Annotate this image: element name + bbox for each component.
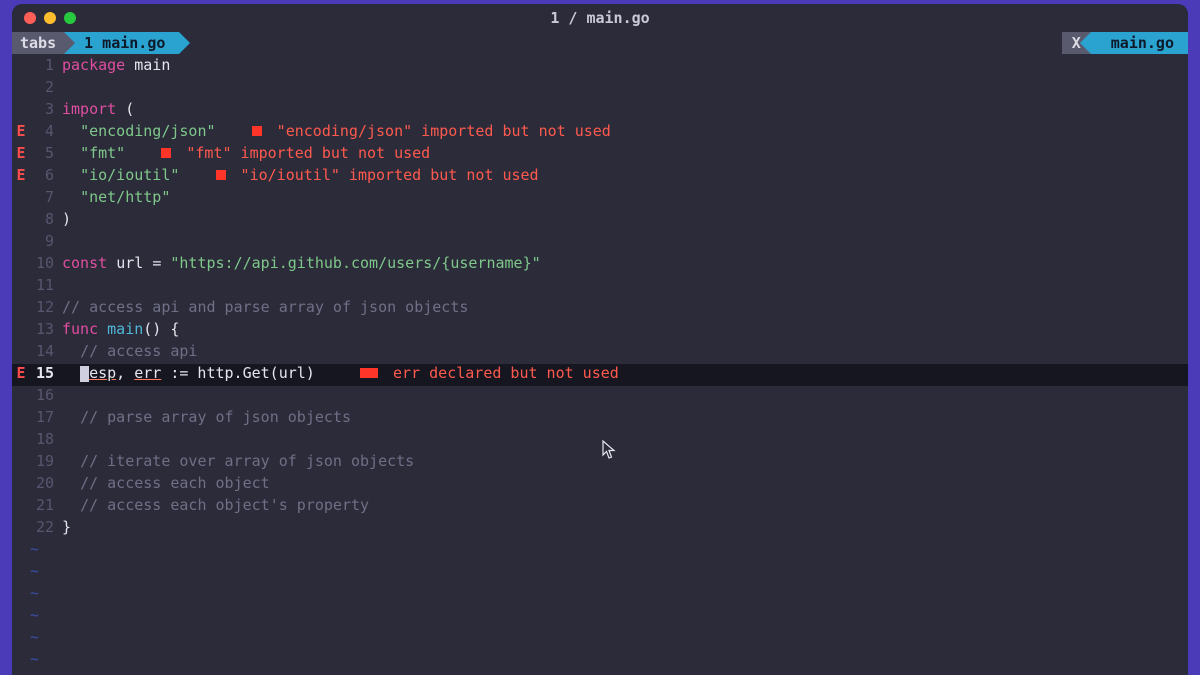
traffic-lights bbox=[24, 12, 76, 24]
line-number: 10 bbox=[30, 254, 62, 272]
line-number: 11 bbox=[30, 276, 62, 294]
code-line[interactable]: 14 // access api bbox=[12, 342, 1188, 364]
error-sign: E bbox=[12, 364, 30, 382]
diagnostic-marker-icon bbox=[360, 368, 378, 378]
line-number: 4 bbox=[30, 122, 62, 140]
code-line[interactable]: 3import ( bbox=[12, 100, 1188, 122]
close-window-icon[interactable] bbox=[24, 12, 36, 24]
line-number: 16 bbox=[30, 386, 62, 404]
line-number: 13 bbox=[30, 320, 62, 338]
code-line[interactable]: 7 "net/http" bbox=[12, 188, 1188, 210]
tab-file-label[interactable]: main.go bbox=[1091, 32, 1188, 54]
code-content: "net/http" bbox=[62, 188, 170, 206]
code-content: // access api bbox=[62, 342, 197, 360]
code-line[interactable]: 16 bbox=[12, 386, 1188, 408]
code-line[interactable]: 19 // iterate over array of json objects bbox=[12, 452, 1188, 474]
error-sign: E bbox=[12, 122, 30, 140]
tab-main-go[interactable]: 1 main.go bbox=[64, 32, 179, 54]
code-line[interactable]: 13func main() { bbox=[12, 320, 1188, 342]
error-sign: E bbox=[12, 166, 30, 184]
code-line[interactable]: E6 "io/ioutil" "io/ioutil" imported but … bbox=[12, 166, 1188, 188]
code-content: // access each object bbox=[62, 474, 270, 492]
code-content: "encoding/json" bbox=[62, 122, 216, 140]
code-content: "fmt" bbox=[62, 144, 125, 162]
code-content: } bbox=[62, 518, 71, 536]
line-number: 18 bbox=[30, 430, 62, 448]
line-number: 3 bbox=[30, 100, 62, 118]
code-line[interactable]: 12// access api and parse array of json … bbox=[12, 298, 1188, 320]
code-line[interactable]: E5 "fmt" "fmt" imported but not used bbox=[12, 144, 1188, 166]
code-line[interactable]: 10const url = "https://api.github.com/us… bbox=[12, 254, 1188, 276]
line-number: 5 bbox=[30, 144, 62, 162]
code-content: func main() { bbox=[62, 320, 179, 338]
line-number: 14 bbox=[30, 342, 62, 360]
diagnostic-message: err declared but not used bbox=[384, 364, 619, 382]
code-line[interactable]: 9 bbox=[12, 232, 1188, 254]
line-number: 7 bbox=[30, 188, 62, 206]
code-content: ) bbox=[62, 210, 71, 228]
code-line[interactable]: 17 // parse array of json objects bbox=[12, 408, 1188, 430]
line-number: 6 bbox=[30, 166, 62, 184]
line-number: 15 bbox=[30, 364, 62, 382]
code-line[interactable]: 11 bbox=[12, 276, 1188, 298]
empty-line-tilde: ~ bbox=[12, 540, 1188, 562]
code-content: "io/ioutil" bbox=[62, 166, 179, 184]
code-content: import ( bbox=[62, 100, 134, 118]
diagnostic-marker-icon bbox=[216, 170, 226, 180]
minimize-window-icon[interactable] bbox=[44, 12, 56, 24]
text-cursor bbox=[80, 366, 89, 382]
line-number: 1 bbox=[30, 56, 62, 74]
code-content: // iterate over array of json objects bbox=[62, 452, 414, 470]
titlebar: 1 / main.go bbox=[12, 4, 1188, 32]
diagnostic-message: "encoding/json" imported but not used bbox=[268, 122, 611, 140]
code-content: esp, err := http.Get(url) bbox=[62, 364, 315, 382]
diagnostic-marker-icon bbox=[161, 148, 171, 158]
line-number: 19 bbox=[30, 452, 62, 470]
line-number: 21 bbox=[30, 496, 62, 514]
code-line[interactable]: 8) bbox=[12, 210, 1188, 232]
line-number: 17 bbox=[30, 408, 62, 426]
line-number: 20 bbox=[30, 474, 62, 492]
editor-window: 1 / main.go tabs 1 main.go X main.go 1pa… bbox=[12, 4, 1188, 675]
maximize-window-icon[interactable] bbox=[64, 12, 76, 24]
empty-line-tilde: ~ bbox=[12, 584, 1188, 606]
empty-line-tilde: ~ bbox=[12, 606, 1188, 628]
code-editor[interactable]: 1package main23import (E4 "encoding/json… bbox=[12, 54, 1188, 675]
line-number: 8 bbox=[30, 210, 62, 228]
code-line[interactable]: 20 // access each object bbox=[12, 474, 1188, 496]
code-content: const url = "https://api.github.com/user… bbox=[62, 254, 541, 272]
error-sign: E bbox=[12, 144, 30, 162]
line-number: 12 bbox=[30, 298, 62, 316]
code-content: // access api and parse array of json ob… bbox=[62, 298, 468, 316]
line-number: 22 bbox=[30, 518, 62, 536]
empty-line-tilde: ~ bbox=[12, 562, 1188, 584]
code-line[interactable]: 1package main bbox=[12, 56, 1188, 78]
code-content: package main bbox=[62, 56, 170, 74]
empty-line-tilde: ~ bbox=[12, 650, 1188, 672]
tab-bar: tabs 1 main.go X main.go bbox=[12, 32, 1188, 54]
code-line[interactable]: 21 // access each object's property bbox=[12, 496, 1188, 518]
diagnostic-message: "fmt" imported but not used bbox=[177, 144, 430, 162]
tabs-label[interactable]: tabs bbox=[12, 32, 64, 54]
code-line[interactable]: 2 bbox=[12, 78, 1188, 100]
code-line[interactable]: E4 "encoding/json" "encoding/json" impor… bbox=[12, 122, 1188, 144]
code-content: // access each object's property bbox=[62, 496, 369, 514]
diagnostic-message: "io/ioutil" imported but not used bbox=[232, 166, 539, 184]
window-title: 1 / main.go bbox=[12, 9, 1188, 27]
diagnostic-marker-icon bbox=[252, 126, 262, 136]
code-line[interactable]: E15 esp, err := http.Get(url) err declar… bbox=[12, 364, 1188, 386]
line-number: 2 bbox=[30, 78, 62, 96]
code-line[interactable]: 22} bbox=[12, 518, 1188, 540]
code-line[interactable]: 18 bbox=[12, 430, 1188, 452]
code-content: // parse array of json objects bbox=[62, 408, 351, 426]
line-number: 9 bbox=[30, 232, 62, 250]
empty-line-tilde: ~ bbox=[12, 628, 1188, 650]
